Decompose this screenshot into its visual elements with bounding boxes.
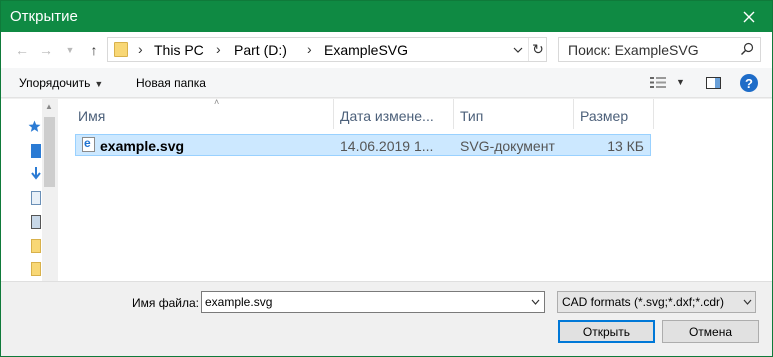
address-bar[interactable]: › This PC › Part (D:) › ExampleSVG ↻ bbox=[107, 37, 547, 62]
new-folder-button[interactable]: Новая папка bbox=[136, 76, 206, 90]
refresh-button[interactable]: ↻ bbox=[528, 38, 547, 61]
address-history-button[interactable] bbox=[508, 38, 528, 61]
breadcrumb-folder[interactable]: ExampleSVG bbox=[324, 42, 408, 58]
column-size-label: Размер bbox=[580, 108, 629, 124]
chevron-down-icon bbox=[513, 47, 523, 53]
search-icon bbox=[741, 42, 754, 55]
breadcrumb-separator-icon[interactable]: › bbox=[216, 41, 221, 57]
forward-arrow-icon: → bbox=[39, 42, 53, 58]
window-title: Открытие bbox=[10, 8, 78, 25]
open-button[interactable]: Открыть bbox=[558, 320, 655, 343]
chevron-down-icon bbox=[531, 299, 539, 305]
quick-access-star-icon[interactable] bbox=[28, 120, 41, 133]
filter-dropdown-button[interactable] bbox=[739, 292, 755, 312]
navigation-scrollbar[interactable]: ▲ bbox=[42, 99, 57, 281]
breadcrumb-separator-icon[interactable]: › bbox=[307, 41, 312, 57]
back-arrow-icon: ← bbox=[15, 42, 29, 58]
file-name[interactable]: example.svg bbox=[100, 138, 184, 154]
column-header-type[interactable]: Тип bbox=[454, 99, 574, 129]
filename-value[interactable]: example.svg bbox=[205, 295, 272, 309]
help-icon[interactable]: ? bbox=[740, 74, 758, 92]
address-row: ← → ▼ ↑ › This PC › Part (D:) › ExampleS… bbox=[1, 32, 772, 68]
file-date: 14.06.2019 1... bbox=[340, 138, 434, 154]
title-bar: Открытие bbox=[1, 1, 772, 32]
caret-down-icon: ▼ bbox=[94, 79, 104, 89]
table-row[interactable]: example.svg 14.06.2019 1... SVG-документ… bbox=[75, 134, 651, 156]
forward-button[interactable]: → bbox=[37, 41, 55, 59]
sort-ascending-icon: ˄ bbox=[214, 99, 220, 107]
chevron-down-icon: ▼ bbox=[65, 45, 75, 55]
filename-history-button[interactable] bbox=[526, 292, 544, 312]
file-type-filter-value: CAD formats (*.svg;*.dxf;*.cdr) bbox=[562, 295, 725, 309]
column-date-label: Дата измене... bbox=[340, 108, 434, 124]
breadcrumb-drive[interactable]: Part (D:) bbox=[234, 42, 287, 58]
navigation-pane: ▲ bbox=[1, 99, 57, 281]
file-type: SVG-документ bbox=[460, 138, 555, 154]
desktop-icon[interactable] bbox=[31, 144, 41, 158]
back-button[interactable]: ← bbox=[13, 41, 31, 59]
refresh-icon: ↻ bbox=[532, 41, 544, 57]
documents-icon[interactable] bbox=[31, 191, 41, 205]
file-list: Имя ˄ Дата измене... Тип Размер example.… bbox=[58, 99, 772, 281]
up-button[interactable]: ↑ bbox=[85, 41, 103, 59]
up-arrow-icon: ↑ bbox=[90, 42, 98, 58]
scroll-up-icon[interactable]: ▲ bbox=[45, 102, 53, 111]
open-file-dialog: Открытие ← → ▼ ↑ › This PC › Part (D:) ›… bbox=[0, 0, 773, 357]
column-type-label: Тип bbox=[460, 108, 484, 124]
view-options-icon[interactable] bbox=[650, 76, 666, 89]
preview-pane-icon[interactable] bbox=[706, 77, 721, 89]
filename-label: Имя файла: bbox=[132, 296, 199, 310]
breadcrumb-separator-icon[interactable]: › bbox=[138, 41, 143, 57]
folder-icon[interactable] bbox=[31, 262, 41, 276]
close-button[interactable] bbox=[726, 1, 772, 32]
downloads-icon[interactable] bbox=[31, 167, 41, 181]
scrollbar-thumb[interactable] bbox=[44, 117, 55, 187]
organize-menu[interactable]: Упорядочить ▼ bbox=[19, 76, 103, 90]
organize-label: Упорядочить bbox=[19, 76, 91, 90]
search-placeholder: Поиск: ExampleSVG bbox=[568, 42, 699, 58]
view-dropdown-icon[interactable]: ▼ bbox=[676, 77, 685, 87]
column-header-size[interactable]: Размер bbox=[574, 99, 654, 129]
cancel-button[interactable]: Отмена bbox=[662, 320, 759, 343]
svg-file-icon bbox=[82, 136, 95, 152]
file-size: 13 КБ bbox=[607, 138, 644, 154]
column-header-name[interactable]: Имя ˄ bbox=[72, 99, 334, 129]
column-name-label: Имя bbox=[78, 108, 106, 124]
column-header-date[interactable]: Дата измене... bbox=[334, 99, 454, 129]
chevron-down-icon bbox=[743, 299, 751, 305]
breadcrumb-this-pc[interactable]: This PC bbox=[154, 42, 204, 58]
open-button-label: Открыть bbox=[582, 324, 631, 339]
close-icon bbox=[743, 11, 755, 22]
pictures-icon[interactable] bbox=[31, 215, 41, 229]
filename-field[interactable]: example.svg bbox=[201, 291, 545, 313]
file-type-filter[interactable]: CAD formats (*.svg;*.dxf;*.cdr) bbox=[557, 291, 756, 313]
folder-icon[interactable] bbox=[31, 239, 41, 253]
command-toolbar: Упорядочить ▼ Новая папка ▼ ? bbox=[1, 68, 772, 98]
dialog-footer: Имя файла: example.svg CAD formats (*.sv… bbox=[1, 281, 772, 356]
recent-locations-button[interactable]: ▼ bbox=[61, 41, 79, 59]
search-input[interactable]: Поиск: ExampleSVG bbox=[558, 37, 761, 62]
cancel-button-label: Отмена bbox=[688, 324, 733, 339]
folder-icon bbox=[114, 42, 128, 57]
